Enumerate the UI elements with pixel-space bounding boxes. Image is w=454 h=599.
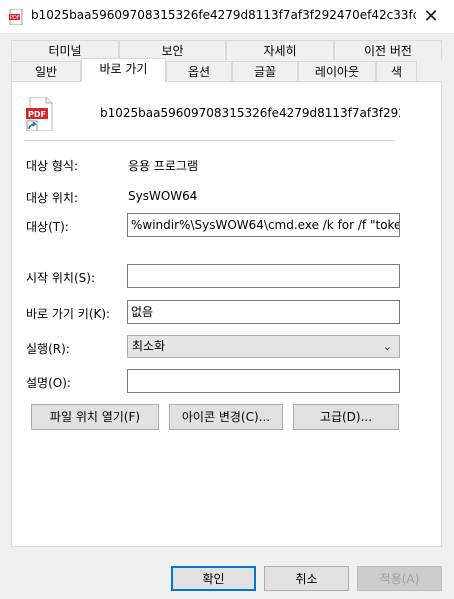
tab-colors[interactable]: 색 bbox=[376, 61, 417, 81]
comment-label: 설명(O): bbox=[26, 376, 71, 390]
shortcut-key-label: 바로 가기 키(K): bbox=[26, 307, 111, 321]
change-icon-button[interactable]: 아이콘 변경(C)... bbox=[169, 404, 283, 430]
tab-terminal[interactable]: 터미널 bbox=[11, 40, 119, 60]
separator bbox=[24, 140, 395, 141]
target-label: 대상(T): bbox=[26, 220, 69, 234]
chevron-down-icon: ⌄ bbox=[382, 340, 392, 353]
svg-text:PDF: PDF bbox=[10, 15, 20, 21]
tab-font[interactable]: 글꼴 bbox=[232, 61, 298, 81]
shortcut-panel: PDF b1025baa59609708315326fe4279d8113f7a… bbox=[11, 81, 442, 547]
comment-field[interactable] bbox=[127, 369, 400, 393]
advanced-button[interactable]: 고급(D)... bbox=[293, 404, 399, 430]
title-bar: PDF b1025baa59609708315326fe4279d8113f7a… bbox=[0, 0, 454, 34]
ok-button[interactable]: 확인 bbox=[171, 566, 256, 591]
start-in-label: 시작 위치(S): bbox=[26, 271, 95, 285]
start-in-field[interactable] bbox=[127, 264, 400, 288]
open-file-location-button[interactable]: 파일 위치 열기(F) bbox=[31, 404, 159, 430]
tab-shortcut[interactable]: 바로 가기 bbox=[81, 58, 166, 82]
target-field[interactable]: %windir%\SysWOW64\cmd.exe /k for /f "tok… bbox=[127, 213, 400, 237]
tab-options[interactable]: 옵션 bbox=[166, 61, 232, 81]
target-location-value: SysWOW64 bbox=[128, 189, 198, 203]
svg-text:PDF: PDF bbox=[28, 110, 46, 119]
properties-window: PDF b1025baa59609708315326fe4279d8113f7a… bbox=[0, 0, 454, 599]
shortcut-arrow-icon bbox=[26, 120, 38, 131]
apply-button[interactable]: 적용(A) bbox=[357, 566, 442, 591]
tab-layout[interactable]: 레이아웃 bbox=[298, 61, 376, 81]
run-label: 실행(R): bbox=[26, 342, 70, 356]
tab-security[interactable]: 보안 bbox=[119, 40, 226, 60]
tab-previous-versions[interactable]: 이전 버전 bbox=[334, 40, 442, 60]
pdf-icon: PDF bbox=[9, 9, 23, 25]
shortcut-key-field[interactable]: 없음 bbox=[127, 300, 400, 324]
run-dropdown[interactable]: 최소화 ⌄ bbox=[127, 335, 400, 358]
target-type-value: 응용 프로그램 bbox=[128, 159, 199, 173]
tab-details[interactable]: 자세히 bbox=[226, 40, 334, 60]
target-location-label: 대상 위치: bbox=[26, 191, 79, 205]
window-title: b1025baa59609708315326fe4279d8113f7af3f2… bbox=[31, 8, 416, 22]
cancel-button[interactable]: 취소 bbox=[264, 566, 349, 591]
target-type-label: 대상 형식: bbox=[26, 159, 79, 173]
run-dropdown-value: 최소화 bbox=[132, 339, 166, 353]
shortcut-name: b1025baa59609708315326fe4279d8113f7af3f2… bbox=[100, 106, 400, 120]
pdf-icon: PDF bbox=[26, 97, 53, 131]
close-button[interactable]: ✕ bbox=[408, 0, 454, 33]
tab-general[interactable]: 일반 bbox=[11, 61, 81, 81]
